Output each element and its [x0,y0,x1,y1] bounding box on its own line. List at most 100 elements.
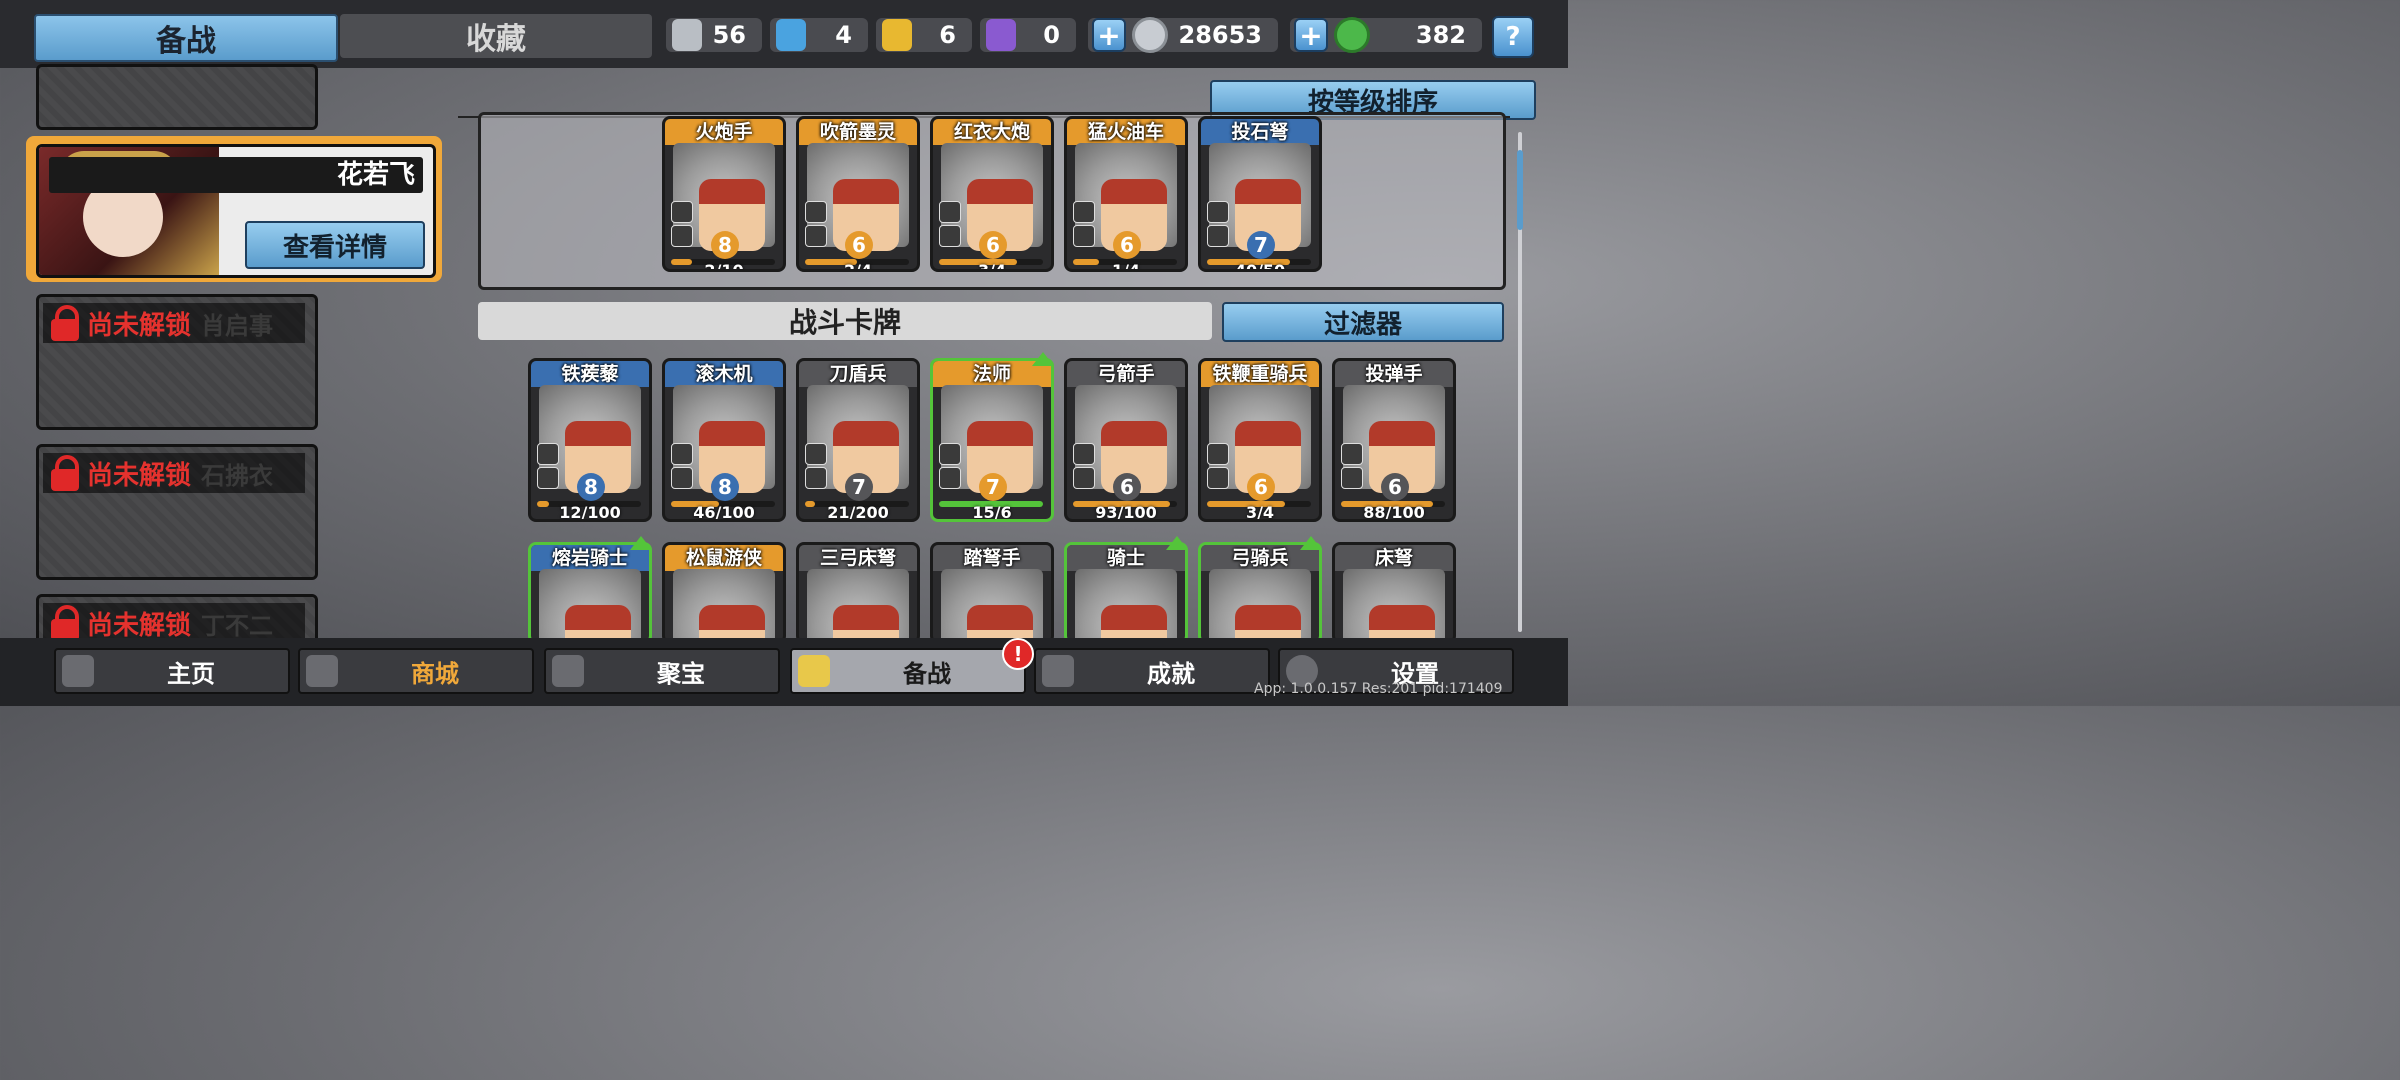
hero-card-partial[interactable] [36,64,318,130]
card-level-badge: 8 [711,231,739,259]
unit-trait-icon [1341,467,1363,489]
card-name: 猛火油车 [1087,121,1164,143]
locked-hero-card[interactable]: 尚未解锁 肖启事 [36,294,318,430]
nav-shop-coins[interactable]: 商城 [298,648,534,694]
card-name: 床弩 [1374,547,1413,569]
selected-hero-frame[interactable]: 花若飞 查看详情 [26,136,442,282]
hero-name: 花若飞 [336,160,415,190]
selected-hero-card: 花若飞 查看详情 [36,144,436,278]
upgrade-arrow-icon [1300,536,1322,550]
unit-card[interactable]: 投石弩 7 40/50 [1198,116,1322,272]
nav-label: 主页 [167,659,215,688]
card-level-badge: 6 [845,231,873,259]
unit-card[interactable]: 三弓床弩 [796,542,920,644]
card-level-badge: 6 [979,231,1007,259]
unit-card[interactable]: 骑士 [1064,542,1188,644]
upgrade-arrow-icon [630,536,652,550]
locked-hero-name: 丁不二 [201,611,274,640]
card-level-badge: 7 [979,473,1007,501]
scrollbar-thumb[interactable] [1517,150,1523,230]
help-button[interactable]: ? [1492,16,1534,58]
nav-label: 成就 [1147,659,1195,688]
card-name: 投弹手 [1365,363,1423,385]
unit-portrait [539,569,641,641]
hero-portrait [39,67,315,127]
locked-status: 尚未解锁 [87,610,192,641]
unit-trait-icon [1073,225,1095,247]
nav-cards[interactable]: 备战! [790,638,1034,694]
treasure-bowl-icon [552,655,584,687]
unit-card[interactable]: 铁蒺藜 8 12/100 [528,358,652,522]
nav-treasure-bowl[interactable]: 聚宝 [544,648,780,694]
unit-type-icon [805,201,827,223]
unit-type-icon [939,201,961,223]
jade-coin-icon [1334,17,1370,53]
card-count: 2/10 [704,261,744,272]
add-coins-button[interactable]: + [1092,18,1126,52]
unit-trait-icon [939,467,961,489]
unit-trait-icon [671,225,693,247]
filter-button[interactable]: 过滤器 [1222,302,1504,342]
unit-type-icon [1073,443,1095,465]
card-count: 21/200 [827,503,889,522]
unit-card[interactable]: 松鼠游侠 [662,542,786,644]
lock-banner: 尚未解锁 石拂衣 [43,453,305,493]
tab-prepare[interactable]: 备战 [34,14,338,62]
lock-icon [49,305,81,341]
card-name: 铁鞭重骑兵 [1212,363,1308,385]
unit-card[interactable]: 投弹手 6 88/100 [1332,358,1456,522]
unit-card[interactable]: 踏弩手 [930,542,1054,644]
card-name: 松鼠游侠 [685,547,762,569]
unit-card[interactable]: 滚木机 8 46/100 [662,358,786,522]
unit-type-icon [939,443,961,465]
unit-card[interactable]: 铁鞭重骑兵 6 3/4 [1198,358,1322,522]
unit-portrait [673,569,775,641]
card-count: 93/100 [1095,503,1157,522]
jade-counter: + 382 [1290,17,1482,53]
card-name: 三弓床弩 [819,547,896,569]
unit-trait-icon [805,467,827,489]
nav-achievement[interactable]: 成就 [1034,648,1270,694]
unit-portrait [1343,569,1445,641]
card-level-badge: 6 [1381,473,1409,501]
unit-card[interactable]: 熔岩骑士 [528,542,652,644]
card-count: 46/100 [693,503,755,522]
unit-type-icon [1207,201,1229,223]
unit-card[interactable]: 弓骑兵 [1198,542,1322,644]
unit-card[interactable]: 红衣大炮 6 3/4 [930,116,1054,272]
unit-card[interactable]: 法师 7 15/6 [930,358,1054,522]
unit-card[interactable]: 吹箭墨灵 6 2/4 [796,116,920,272]
card-count: 2/4 [843,261,873,272]
lock-icon [49,455,81,491]
resource-gold-shield: 6 [876,18,972,52]
card-count: 12/100 [559,503,621,522]
unit-card[interactable]: 床弩 [1332,542,1456,644]
achievement-icon [1042,655,1074,687]
cards-icon [798,655,830,687]
card-name: 滚木机 [695,363,753,385]
locked-hero-card[interactable]: 尚未解锁 石拂衣 [36,444,318,580]
unit-card[interactable]: 火炮手 8 2/10 [662,116,786,272]
card-level-badge: 6 [1113,231,1141,259]
unit-card[interactable]: 猛火油车 6 1/4 [1064,116,1188,272]
home-icon [62,655,94,687]
unit-card[interactable]: 刀盾兵 7 21/200 [796,358,920,522]
nav-label: 备战 [903,659,951,688]
card-level-badge: 8 [711,473,739,501]
silver-shield-icon [672,19,702,51]
unit-trait-icon [671,467,693,489]
unit-card[interactable]: 弓箭手 6 93/100 [1064,358,1188,522]
resource-purple-gem: 0 [980,18,1076,52]
view-details-button[interactable]: 查看详情 [245,221,425,269]
tab-collection[interactable]: 收藏 [340,14,652,58]
card-level-badge: 6 [1113,473,1141,501]
shop-coins-icon [306,655,338,687]
card-level-badge: 6 [1247,473,1275,501]
nav-home[interactable]: 主页 [54,648,290,694]
add-jade-button[interactable]: + [1294,18,1328,52]
card-count: 3/4 [1245,503,1275,522]
unit-type-icon [671,443,693,465]
card-name: 投石弩 [1231,121,1289,143]
unit-trait-icon [1207,467,1229,489]
battle-cards-title: 战斗卡牌 [478,302,1212,340]
